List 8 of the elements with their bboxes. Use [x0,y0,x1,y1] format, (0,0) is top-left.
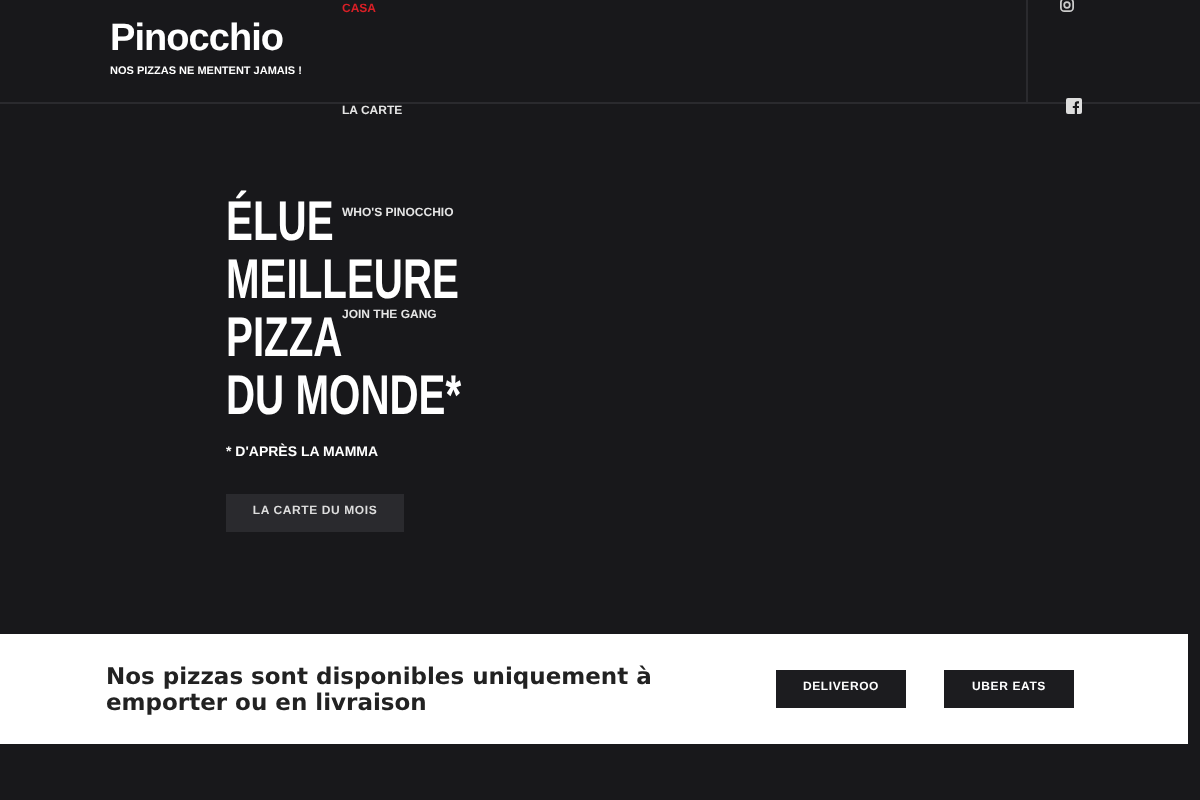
headline-line: ÉLUE [226,192,334,250]
logo[interactable]: Pinocchio [110,20,302,61]
delivery-notice: Nos pizzas sont disponibles uniquement à emporter ou en livraison [106,664,654,714]
headline-line: DU MONDE* [226,366,462,424]
headline-line: MEILLEURE [226,250,459,308]
facebook-icon[interactable] [1066,98,1082,114]
headline-line: PIZZA [226,308,343,366]
instagram-icon[interactable] [1060,0,1074,12]
